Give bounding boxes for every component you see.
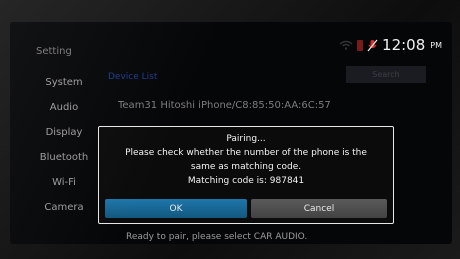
device-list-heading: Device List: [108, 72, 158, 82]
ok-button[interactable]: OK: [105, 199, 247, 218]
matching-code-text: Matching code is: 987841: [187, 176, 305, 186]
cancel-button[interactable]: Cancel: [251, 199, 387, 218]
pairing-status-text: Ready to pair, please select CAR AUDIO.: [126, 232, 308, 242]
sidebar-item-label: Wi-Fi: [52, 177, 76, 188]
sidebar-item-wifi[interactable]: Wi-Fi: [28, 170, 100, 195]
device-list-item[interactable]: Team31 Hitoshi iPhone/C8:85:50:AA:6C:57: [118, 100, 331, 111]
search-button[interactable]: Search: [346, 66, 426, 83]
pairing-dialog: Pairing... Please check whether the numb…: [98, 126, 394, 224]
wifi-icon: [339, 40, 353, 50]
mic-muted-icon: [367, 39, 378, 51]
sidebar-item-audio[interactable]: Audio: [28, 95, 100, 120]
sidebar-item-label: Camera: [44, 202, 84, 213]
dialog-title: Pairing...: [226, 134, 266, 144]
dialog-message-line-1: Please check whether the number of the p…: [125, 148, 367, 158]
bluetooth-icon: [357, 39, 364, 51]
status-bar: 12:08 PM: [339, 36, 442, 54]
sidebar-item-label: Display: [45, 127, 83, 138]
sidebar-item-label: System: [45, 77, 83, 88]
infotainment-screen: 12:08 PM Setting System Audio Display Blu…: [10, 22, 452, 244]
clock-ampm: PM: [430, 40, 442, 50]
sidebar-item-bluetooth[interactable]: Bluetooth: [28, 145, 100, 170]
sidebar-item-label: Bluetooth: [39, 152, 89, 163]
screen-title: Setting: [36, 46, 72, 57]
sidebar-item-label: Audio: [49, 102, 79, 113]
dialog-message-line-2: same as matching code.: [190, 162, 302, 172]
clock-time: 12:08: [382, 36, 426, 54]
sidebar-item-camera[interactable]: Camera: [28, 195, 100, 220]
sidebar-item-system[interactable]: System: [28, 70, 100, 95]
sidebar-item-display[interactable]: Display: [28, 120, 100, 145]
settings-sidebar: System Audio Display Bluetooth Wi-Fi Cam…: [28, 70, 100, 220]
